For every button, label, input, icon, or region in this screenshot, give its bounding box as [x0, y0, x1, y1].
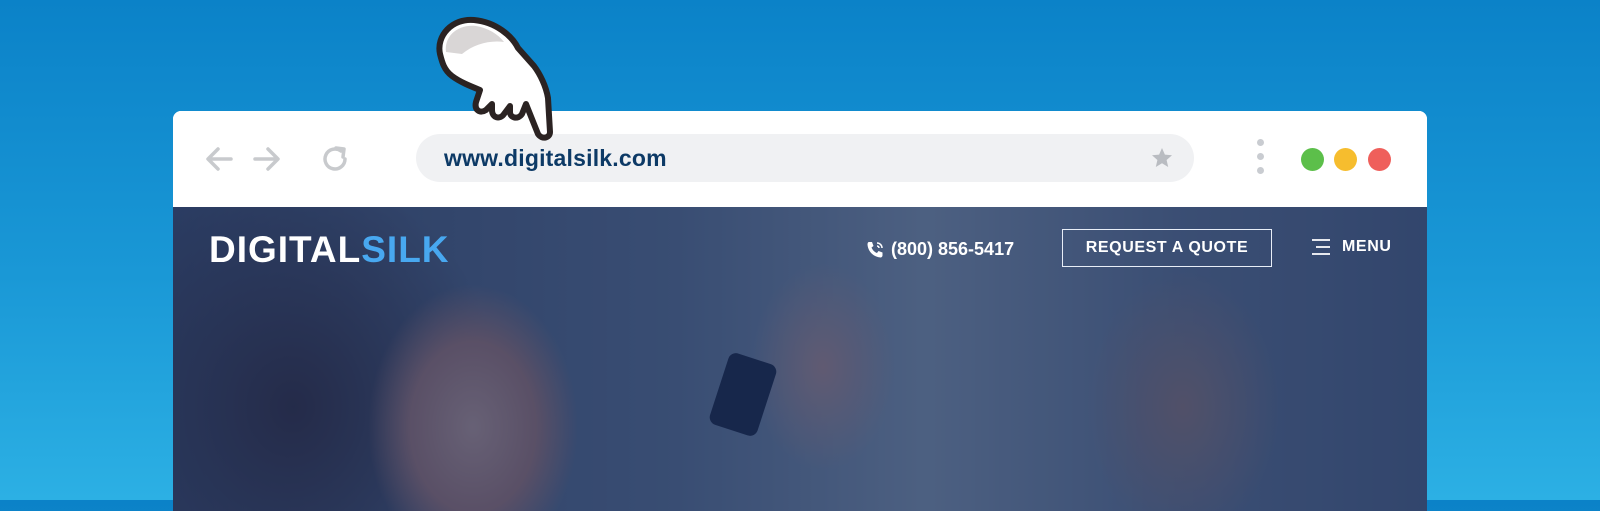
url-text: www.digitalsilk.com: [444, 145, 667, 171]
window-minimize-dot[interactable]: [1334, 148, 1357, 171]
browser-window: www.digitalsilk.com DIGITALSILK (800) 85…: [173, 111, 1427, 511]
request-quote-button[interactable]: REQUEST A QUOTE: [1062, 229, 1272, 267]
menu-button[interactable]: MENU: [1310, 238, 1392, 256]
phone-link[interactable]: (800) 856-5417: [865, 239, 1014, 260]
window-close-dot[interactable]: [1368, 148, 1391, 171]
reload-icon[interactable]: [317, 141, 353, 177]
back-arrow-icon[interactable]: [201, 141, 237, 177]
site-logo[interactable]: DIGITALSILK: [209, 229, 450, 271]
logo-silk: SILK: [361, 229, 450, 270]
kebab-menu-icon[interactable]: [1252, 139, 1268, 179]
window-maximize-dot[interactable]: [1301, 148, 1324, 171]
phone-icon: [867, 241, 883, 257]
star-icon[interactable]: [1150, 146, 1174, 170]
hero-image: DIGITALSILK (800) 856-5417 REQUEST A QUO…: [173, 207, 1427, 511]
browser-toolbar: www.digitalsilk.com: [173, 111, 1427, 207]
menu-label: MENU: [1342, 238, 1392, 255]
logo-digital: DIGITAL: [209, 229, 362, 270]
phone-number: (800) 856-5417: [891, 239, 1015, 259]
forward-arrow-icon[interactable]: [249, 141, 285, 177]
pointer-hand-icon: [430, 14, 560, 142]
hamburger-icon: [1312, 239, 1330, 255]
